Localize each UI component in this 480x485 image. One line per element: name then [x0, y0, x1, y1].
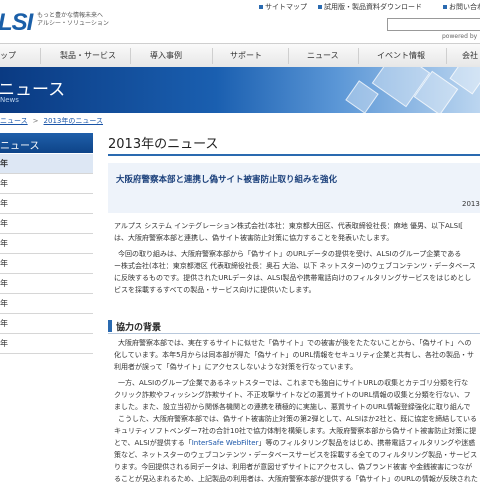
intro-line: ビスを採載するすべての製品・サービス向けに提供いたします。	[114, 286, 316, 294]
section-line: クリック詐欺やフィッシング詐欺サイト、不正攻撃サイトなどの悪質サイトのURL情報…	[114, 391, 471, 399]
title-divider	[108, 154, 480, 156]
section-line: 利用者が誤って「偽サイト」にアクセスしないような対策を行なっています。	[114, 363, 358, 371]
sidebar-item-year[interactable]: 年	[0, 234, 93, 254]
sidebar-item-year[interactable]: 年	[0, 334, 93, 354]
sidebar-heading: ニュース	[0, 133, 93, 153]
sidebar-item-year[interactable]: 年	[0, 294, 93, 314]
sidebar-item-year[interactable]: 年	[0, 154, 93, 174]
news-headline: 大阪府警察本部と連携し偽サイト被害防止取り組みを強化	[116, 175, 338, 185]
intro-line: は、大阪府警察本部と連携し、偽サイト被害防止対策に協力することを発表いたします。	[114, 234, 394, 242]
section-heading: 協力の背景	[108, 320, 480, 334]
intro-line: アルプス システム インテグレーション株式会社(本社：東京都大田区、代表取締役社…	[114, 222, 463, 230]
sidebar-item-year[interactable]: 年	[0, 214, 93, 234]
breadcrumb: ニュース >2013年のニュース	[0, 117, 103, 125]
bullet-icon	[318, 5, 322, 9]
nav-divider	[358, 48, 359, 64]
contact-link[interactable]: お問い合わせ	[443, 2, 480, 12]
nav-events[interactable]: イベント情報	[377, 50, 425, 61]
breadcrumb-news[interactable]: ニュース	[0, 117, 28, 125]
section-line: 大阪府警察本部では、実在するサイトに似せた「偽サイト」での被害が後をたたないこと…	[118, 339, 472, 347]
site-search-input[interactable]	[387, 18, 480, 31]
intro-line: 今回の取り組みは、大阪府警察本部から「偽サイト」のURLデータの提供を受け、AL…	[118, 250, 462, 258]
section-line: ました。また、設立当初から関係各機関との連携を積極的に実施し、悪質サイトのURL…	[114, 403, 471, 411]
sidebar-item-year[interactable]: 年	[0, 194, 93, 214]
intro-line: ー株式会社(本社：東京都港区 代表取締役社長：奥石 大治、以下 ネットスター)の…	[114, 262, 476, 270]
nav-support[interactable]: サポート	[230, 50, 262, 61]
powered-by-label: powered by	[442, 33, 478, 40]
section-line: とで、ALSIが提供する「InterSafe WebFilter」等のフィルタリ…	[114, 439, 476, 447]
sidebar-item-year[interactable]: 年	[0, 174, 93, 194]
site-header: LSI もっと豊かな情報未来へ アルシー・ソリューション サイトマップ 試用版・…	[0, 0, 480, 42]
intro-line: に反映するものです。提供されたURLデータは、ALSI製品や携帯電話向けのフィル…	[114, 274, 472, 282]
news-date: 2013年0	[462, 200, 480, 208]
section-line: 策など、ネットスターのウェブコンテンツ・データベースサービスを採載する全てのフィ…	[114, 451, 478, 459]
sidebar-item-year[interactable]: 年	[0, 274, 93, 294]
page-banner: ニュース News	[0, 67, 480, 113]
nav-case-studies[interactable]: 導入事例	[150, 50, 182, 61]
section-line: ります。今回提供される同データは、利用者が意図せずサイトにアクセスし、偽ブランド…	[114, 463, 473, 471]
section-marker	[108, 320, 112, 332]
page-title: 2013年のニュース	[108, 137, 219, 152]
intersafe-webfilter-link[interactable]: InterSafe WebFilter	[192, 439, 259, 447]
bullet-icon	[259, 5, 263, 9]
section-line: 一方、ALSIのグループ企業であるネットスターでは、これまでも独自にサイトURL…	[118, 379, 469, 387]
nav-divider	[446, 48, 447, 64]
nav-divider	[130, 48, 131, 64]
breadcrumb-2013-news[interactable]: 2013年のニュース	[44, 117, 103, 125]
section-line: 化しています。本年5月からは同本部が得た「偽サイト」のURL情報をセキュリティ企…	[114, 351, 475, 359]
section-line: キュリティソフトベンダー7社の合計10社で協力体制を構築します。大阪府警察本部か…	[114, 427, 477, 435]
nav-products[interactable]: 製品・サービス	[60, 50, 116, 61]
download-link[interactable]: 試用版・製品資料ダウンロード	[318, 2, 422, 12]
nav-divider	[212, 48, 213, 64]
company-logo[interactable]: LSI	[0, 9, 33, 37]
nav-divider	[288, 48, 289, 64]
global-nav: ップ 製品・サービス 導入事例 サポート ニュース イベント情報 会社	[0, 43, 480, 69]
sidebar-item-year[interactable]: 年	[0, 314, 93, 334]
logo-tagline: もっと豊かな情報未来へ アルシー・ソリューション	[37, 12, 109, 27]
section-line-with-link: とで、ALSIが提供する「InterSafe WebFilter」等のフィルタリ…	[114, 438, 480, 449]
sitemap-link[interactable]: サイトマップ	[259, 2, 307, 12]
section-line: こうした、大阪府警察本部では、偽サイト被害防止対策の第2弾として、ALSIほか2…	[118, 415, 478, 423]
nav-divider	[40, 48, 41, 64]
nav-company[interactable]: 会社	[462, 50, 478, 61]
news-headline-box: 大阪府警察本部と連携し偽サイト被害防止取り組みを強化 2013年0	[108, 163, 480, 213]
nav-news[interactable]: ニュース	[307, 50, 339, 61]
bullet-icon	[443, 5, 447, 9]
sidebar-item-year[interactable]: 年	[0, 254, 93, 274]
nav-top[interactable]: ップ	[0, 50, 16, 61]
banner-subtitle: News	[0, 96, 19, 104]
